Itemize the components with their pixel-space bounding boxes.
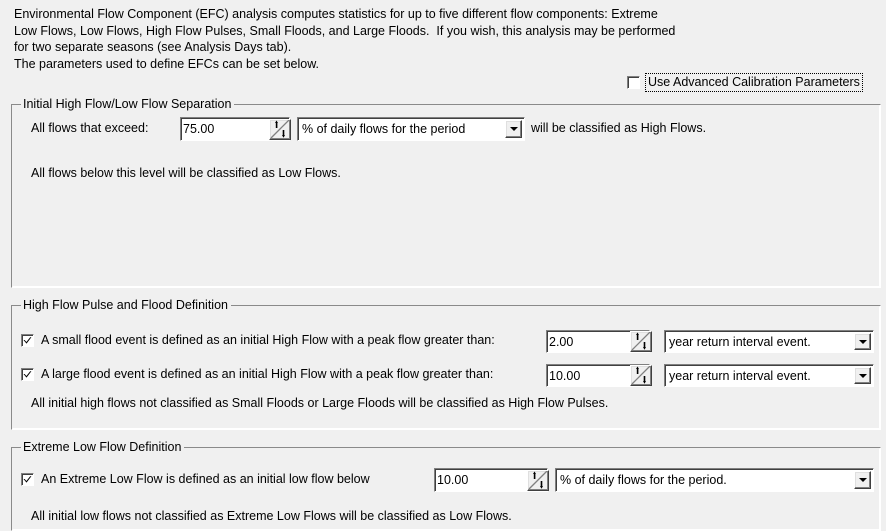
extreme-low-flow-label: An Extreme Low Flow is defined as an ini…: [41, 472, 370, 486]
chevron-down-icon[interactable]: [854, 367, 871, 384]
small-flood-value-text: 2.00: [549, 334, 574, 349]
use-advanced-calibration-parameters-checkbox[interactable]: Use Advanced Calibration Parameters: [627, 73, 863, 92]
extreme-low-flow-value-text: 10.00: [437, 473, 469, 487]
spinner-up-down-icon[interactable]: [630, 331, 652, 352]
checkmark-icon: [23, 337, 32, 344]
will-be-classified-high-flows-label: will be classified as High Flows.: [531, 121, 707, 135]
exceed-unit-value: % of daily flows for the period: [302, 122, 466, 136]
checkmark-icon: [23, 371, 32, 378]
large-flood-unit-value: year return interval event.: [669, 368, 811, 383]
checkbox-box[interactable]: [627, 76, 640, 89]
extreme-low-flow-unit-value: % of daily flows for the period.: [560, 473, 727, 487]
large-flood-unit-dropdown[interactable]: year return interval event.: [664, 364, 874, 387]
small-flood-unit-dropdown[interactable]: year return interval event.: [664, 330, 874, 353]
checkmark-icon: [23, 476, 32, 483]
checkbox-box[interactable]: [21, 368, 34, 381]
chevron-down-icon[interactable]: [854, 471, 871, 489]
chevron-down-icon[interactable]: [854, 333, 871, 350]
high-flow-pulses-note: All initial high flows not classified as…: [31, 396, 609, 410]
large-flood-event-label: A large flood event is defined as an ini…: [41, 367, 494, 381]
exceed-unit-dropdown[interactable]: % of daily flows for the period: [297, 117, 525, 141]
checkbox-box[interactable]: [21, 473, 34, 486]
small-flood-event-label: A small flood event is defined as an ini…: [41, 333, 495, 347]
large-flood-value-text: 10.00: [549, 368, 581, 383]
spinner-up-down-icon[interactable]: [269, 119, 291, 140]
small-flood-event-checkbox[interactable]: A small flood event is defined as an ini…: [21, 333, 495, 348]
chevron-down-icon[interactable]: [505, 120, 522, 138]
exceed-value-text: 75.00: [183, 122, 215, 136]
group-title-extreme: Extreme Low Flow Definition: [21, 440, 185, 454]
extreme-low-flow-note: All initial low flows not classified as …: [31, 509, 512, 523]
group-title-separation: Initial High Flow/Low Flow Separation: [21, 97, 235, 111]
small-flood-unit-value: year return interval event.: [669, 334, 811, 349]
group-title-flood: High Flow Pulse and Flood Definition: [21, 298, 231, 312]
intro-description: Environmental Flow Component (EFC) analy…: [14, 7, 676, 71]
low-flows-note: All flows below this level will be class…: [31, 166, 341, 180]
checkbox-box[interactable]: [21, 334, 34, 347]
spinner-up-down-icon[interactable]: [630, 365, 652, 386]
large-flood-event-checkbox[interactable]: A large flood event is defined as an ini…: [21, 367, 493, 382]
all-flows-that-exceed-label: All flows that exceed:: [31, 121, 149, 135]
extreme-low-flow-unit-dropdown[interactable]: % of daily flows for the period.: [555, 468, 874, 492]
use-advanced-calibration-parameters-label: Use Advanced Calibration Parameters: [645, 73, 863, 92]
spinner-up-down-icon[interactable]: [527, 470, 549, 491]
extreme-low-flow-checkbox[interactable]: An Extreme Low Flow is defined as an ini…: [21, 472, 370, 487]
